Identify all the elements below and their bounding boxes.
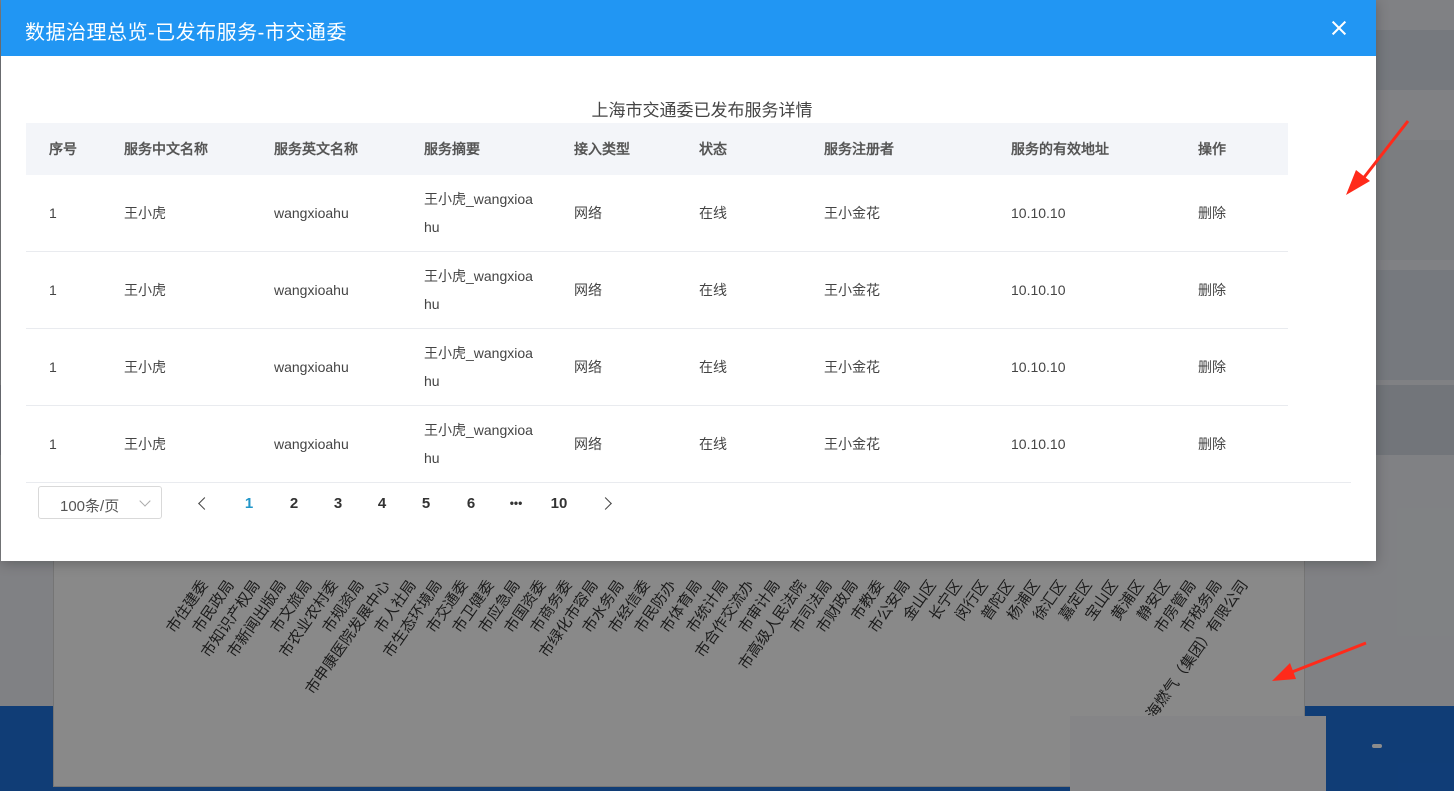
annotation-arrows <box>1272 120 1410 681</box>
red-arrow-icon <box>1346 120 1410 195</box>
red-arrow-icon <box>1272 641 1367 681</box>
